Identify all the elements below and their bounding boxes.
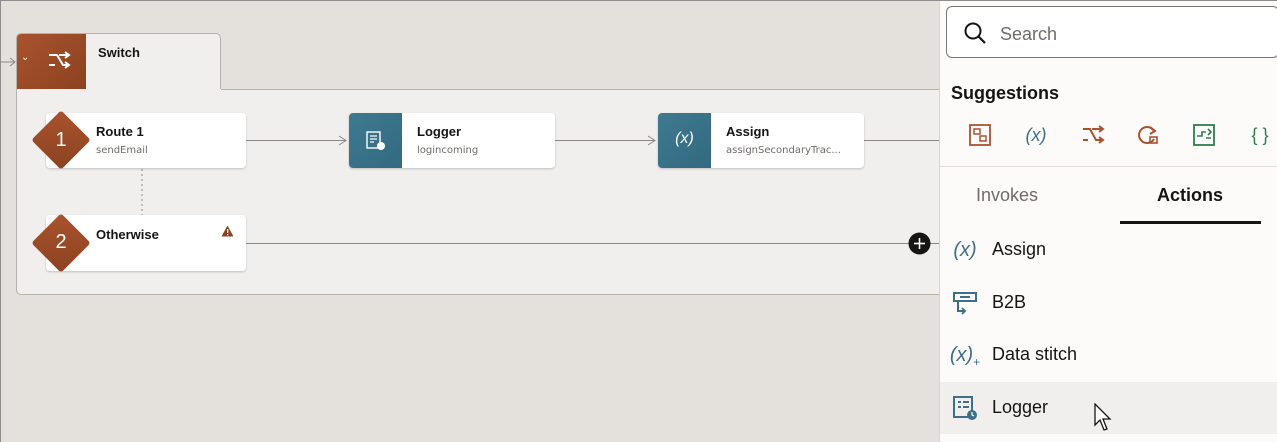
logger-node[interactable]: Logger logincoming [349, 113, 555, 168]
connector-line [555, 140, 655, 141]
tabs-separator [940, 166, 1277, 167]
node-title: Logger [417, 124, 462, 139]
logger-node-icon-tile [349, 113, 402, 168]
search-field[interactable]: Search [946, 6, 1277, 58]
action-label: Data stitch [992, 344, 1078, 364]
action-item-assign[interactable]: (x) Assign [940, 224, 1277, 276]
action-item-data-stitch[interactable]: (x) + Data stitch [940, 329, 1277, 381]
suggestions-title: Suggestions [951, 83, 1060, 103]
warning-icon[interactable] [221, 225, 234, 237]
mouse-cursor-icon [1094, 403, 1112, 431]
connector-line [864, 140, 939, 141]
switch-icon [49, 51, 71, 69]
action-item-logger[interactable]: Logger [940, 382, 1277, 434]
logger-icon [950, 394, 980, 422]
search-placeholder: Search [1000, 24, 1058, 44]
map-icon[interactable] [966, 121, 994, 149]
tab-actions[interactable]: Actions [1157, 185, 1223, 206]
action-palette: Search Suggestions (x) { } Invokes Actio… [939, 1, 1277, 442]
node-subtitle: assignSecondaryTrac... [726, 145, 841, 156]
node-title: Assign [726, 124, 770, 139]
switch-icon[interactable] [1079, 121, 1107, 149]
logger-icon [366, 131, 385, 150]
b2b-icon [950, 289, 980, 317]
route-title: Otherwise [96, 227, 159, 242]
node-subtitle: logincoming [417, 145, 479, 156]
chevron-down-icon[interactable]: ⌄ [21, 52, 29, 63]
assign-icon: (x) [953, 238, 977, 261]
arrow-head [647, 135, 656, 146]
connector-line [246, 140, 346, 141]
tab-invokes[interactable]: Invokes [976, 185, 1038, 206]
add-node-button[interactable] [908, 232, 931, 255]
action-item-b2b[interactable]: B2B [940, 277, 1277, 329]
action-label: Assign [992, 239, 1047, 259]
dotted-connector [141, 169, 143, 215]
assign-node-icon-tile: (x) [658, 113, 711, 168]
route-title: Route 1 [96, 124, 144, 139]
data-stitch-icon: (x) + [949, 343, 981, 370]
route-subtitle: sendEmail [96, 145, 148, 156]
connector-line [246, 243, 939, 244]
route-number: 2 [55, 231, 67, 253]
search-icon [964, 22, 986, 44]
arrow-head [338, 135, 347, 146]
json-icon[interactable]: { } [1246, 121, 1274, 149]
action-label: B2B [992, 292, 1027, 312]
assign-icon: (x) [675, 130, 694, 147]
assign-node[interactable]: (x) Assign assignSecondaryTrac... [658, 113, 864, 168]
stage-file-icon[interactable] [1190, 121, 1218, 149]
integration-canvas: ⌄ Switch Route 1 sendEmail 1 Otherwise 2 [1, 1, 951, 442]
route-number: 1 [55, 129, 67, 151]
action-label: Logger [992, 397, 1049, 417]
loop-icon[interactable] [1134, 121, 1162, 149]
assign-icon[interactable]: (x) [1022, 121, 1050, 149]
switch-title: Switch [98, 45, 140, 60]
